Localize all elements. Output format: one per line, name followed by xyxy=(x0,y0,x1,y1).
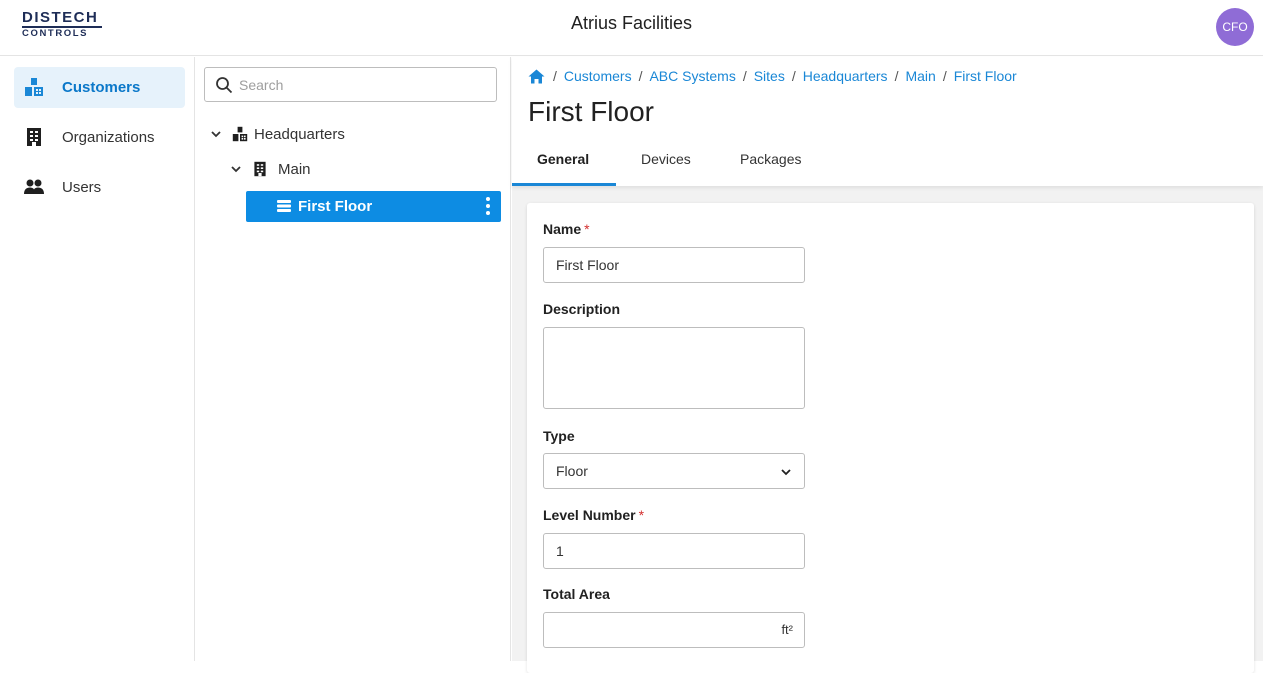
search-icon xyxy=(216,77,233,94)
chevron-down-icon xyxy=(781,469,791,476)
breadcrumb-separator: / xyxy=(638,68,643,84)
breadcrumb-separator: / xyxy=(942,68,947,84)
customers-icon xyxy=(25,78,43,96)
home-icon[interactable] xyxy=(528,69,545,84)
area-unit: ft² xyxy=(781,622,793,637)
type-selected-value: Floor xyxy=(556,463,588,479)
level-number-label: Level Number * xyxy=(543,507,644,523)
nav-item-organizations[interactable]: Organizations xyxy=(14,117,185,158)
breadcrumb-separator: / xyxy=(791,68,796,84)
nav-item-customers[interactable]: Customers xyxy=(14,67,185,108)
nav-item-users[interactable]: Users xyxy=(14,167,185,208)
tree-node-label: Main xyxy=(278,161,311,178)
tree-node-headquarters[interactable]: Headquarters xyxy=(204,121,404,149)
tree-search[interactable] xyxy=(204,67,497,102)
name-label: Name * xyxy=(543,221,590,237)
chevron-down-icon[interactable] xyxy=(210,128,222,140)
tree-node-first-floor[interactable]: First Floor xyxy=(246,191,501,222)
tab-packages[interactable]: Packages xyxy=(740,151,801,167)
breadcrumb-headquarters[interactable]: Headquarters xyxy=(803,68,888,84)
page-header: / Customers / ABC Systems / Sites / Head… xyxy=(512,57,1263,186)
site-icon xyxy=(232,126,248,142)
breadcrumb-main[interactable]: Main xyxy=(905,68,935,84)
general-form-card: Name* Description Type Floor Level Numbe… xyxy=(527,203,1254,673)
search-input[interactable] xyxy=(239,74,489,96)
app-header: DISTECH CONTROLS Atrius Facilities CFO xyxy=(0,0,1263,56)
nav-item-label: Customers xyxy=(62,79,141,96)
user-avatar[interactable]: CFO xyxy=(1216,8,1254,46)
tree-node-label: Headquarters xyxy=(254,126,345,143)
breadcrumb: / Customers / ABC Systems / Sites / Head… xyxy=(528,68,1017,84)
building-icon xyxy=(254,161,266,177)
name-input[interactable] xyxy=(543,247,805,283)
nav-item-label: Users xyxy=(62,179,102,196)
name-label-text: Name xyxy=(543,221,582,237)
main-content: / Customers / ABC Systems / Sites / Head… xyxy=(512,57,1263,673)
total-area-field: ft² xyxy=(543,612,805,648)
chevron-down-icon[interactable] xyxy=(230,163,242,175)
tree-node-label: First Floor xyxy=(298,198,373,215)
breadcrumb-separator: / xyxy=(894,68,899,84)
tab-general[interactable]: General xyxy=(537,151,589,167)
description-label: Description xyxy=(543,301,621,317)
active-tab-indicator xyxy=(512,183,616,186)
breadcrumb-first-floor[interactable]: First Floor xyxy=(954,68,1017,84)
page-title: First Floor xyxy=(528,96,654,127)
breadcrumb-customers[interactable]: Customers xyxy=(564,68,632,84)
type-label: Type xyxy=(543,428,575,444)
total-area-input[interactable] xyxy=(543,612,805,648)
required-mark: * xyxy=(638,507,645,523)
building-icon xyxy=(27,128,41,146)
total-area-label: Total Area xyxy=(543,586,610,602)
breadcrumb-separator: / xyxy=(553,68,557,84)
breadcrumb-abc-systems[interactable]: ABC Systems xyxy=(649,68,735,84)
breadcrumb-separator: / xyxy=(742,68,747,84)
main-navigation: Customers Organizations Users xyxy=(0,57,195,661)
level-number-input[interactable] xyxy=(543,533,805,569)
description-textarea[interactable] xyxy=(543,327,805,409)
tree-node-main[interactable]: Main xyxy=(204,156,404,184)
tab-devices[interactable]: Devices xyxy=(641,151,691,167)
more-options-icon[interactable] xyxy=(485,196,491,216)
type-select[interactable]: Floor xyxy=(543,453,805,489)
nav-item-label: Organizations xyxy=(62,129,155,146)
breadcrumb-sites[interactable]: Sites xyxy=(754,68,785,84)
site-tree-panel: Headquarters Main First Floor xyxy=(196,57,511,661)
level-number-label-text: Level Number xyxy=(543,507,636,523)
users-icon xyxy=(24,179,44,194)
floor-icon xyxy=(277,200,291,212)
app-title: Atrius Facilities xyxy=(570,13,693,33)
required-mark: * xyxy=(584,221,590,237)
